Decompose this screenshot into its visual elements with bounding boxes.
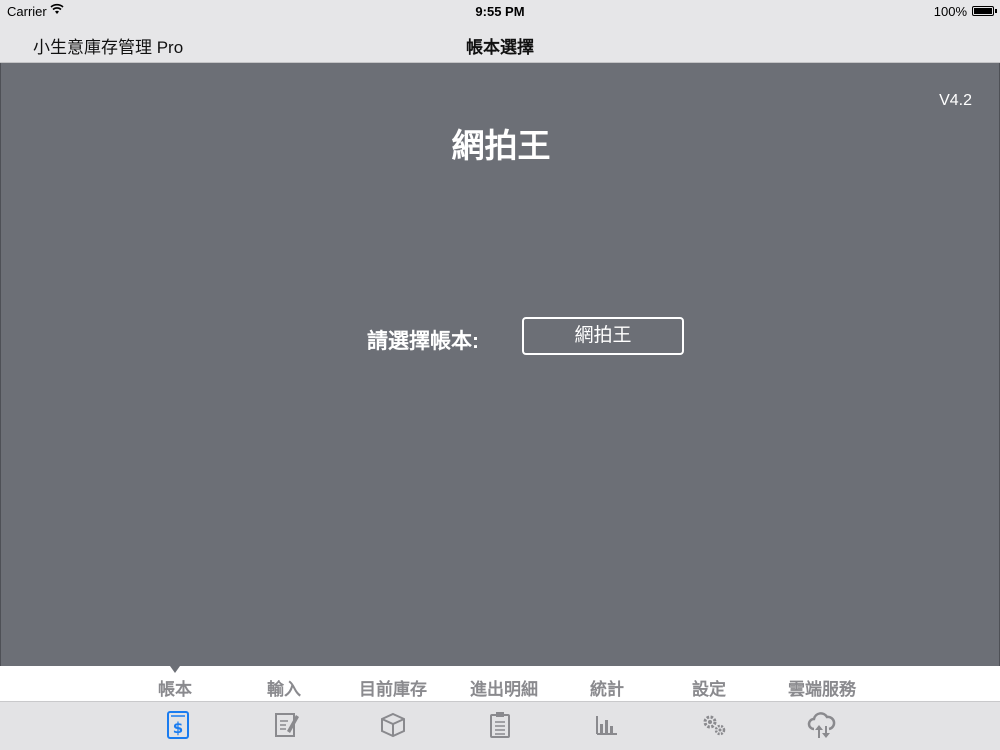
svg-text:$: $ — [173, 719, 183, 737]
tab-transactions[interactable]: 進出明細 — [444, 675, 564, 700]
book-select-row: 請選擇帳本: 網拍王 — [1, 317, 1000, 357]
tab-settings[interactable]: 設定 — [649, 675, 769, 700]
book-select-button[interactable]: 網拍王 — [522, 317, 684, 355]
tab-cloud[interactable]: 雲端服務 — [762, 675, 882, 700]
tab-inventory[interactable]: 目前庫存 — [333, 675, 453, 700]
edit-note-icon[interactable] — [267, 708, 307, 742]
navigation-bar: 小生意庫存管理 Pro 帳本選擇 — [0, 22, 1000, 63]
main-content: V4.2 網拍王 請選擇帳本: 網拍王 — [0, 63, 1000, 666]
clipboard-icon[interactable] — [480, 708, 520, 742]
ledger-dollar-icon[interactable]: $ — [158, 708, 198, 742]
book-title: 網拍王 — [451, 127, 551, 164]
tab-bar: 帳本 輸入 目前庫存 進出明細 統計 設定 雲端服務 $ — [0, 666, 1000, 750]
tab-input[interactable]: 輸入 — [224, 675, 344, 700]
version-label: V4.2 — [939, 92, 972, 109]
select-book-label: 請選擇帳本: — [367, 330, 479, 353]
clock: 9:55 PM — [475, 4, 525, 19]
bar-chart-icon[interactable] — [587, 708, 627, 742]
tab-labels-row: 帳本 輸入 目前庫存 進出明細 統計 設定 雲端服務 — [0, 666, 1000, 701]
active-tab-indicator — [170, 666, 180, 673]
status-bar: Carrier 9:55 PM 100% — [0, 0, 1000, 22]
battery-icon — [972, 6, 997, 16]
tab-ledger[interactable]: 帳本 — [115, 675, 235, 700]
battery-percent: 100% — [933, 4, 967, 19]
box-icon[interactable] — [373, 708, 413, 742]
cloud-sync-icon[interactable] — [801, 708, 841, 742]
gears-icon[interactable] — [694, 708, 734, 742]
page-title: 帳本選擇 — [466, 38, 534, 57]
tab-icons-row: $ — [0, 701, 1000, 750]
